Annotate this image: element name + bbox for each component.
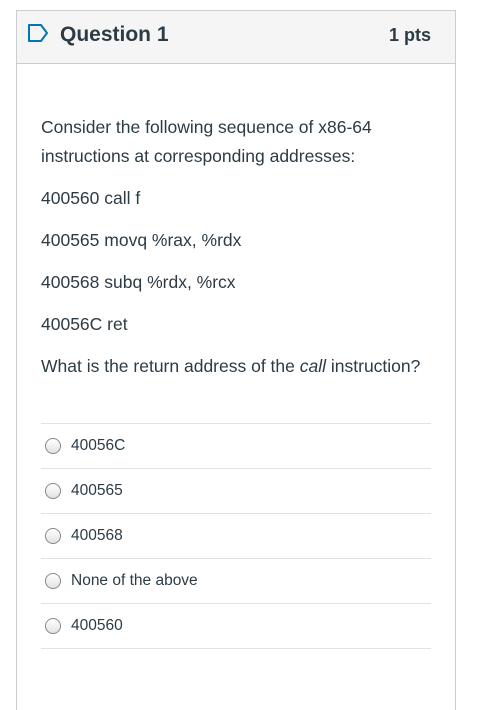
instruction-line: 40056C ret	[41, 314, 128, 334]
instruction-line: 400560 call f	[41, 188, 141, 208]
answer-label[interactable]: 400568	[71, 527, 123, 545]
question-body: Consider the following sequence of x86-6…	[17, 64, 455, 649]
answer-label[interactable]: 400560	[71, 617, 123, 635]
flag-icon[interactable]	[27, 22, 49, 44]
answer-list: 40056C 400565 400568 None of the above 4…	[41, 423, 431, 649]
prompt-text: What is the return address of the	[41, 356, 300, 376]
radio-button[interactable]	[45, 438, 61, 454]
answer-label[interactable]: 400565	[71, 482, 123, 500]
radio-button[interactable]	[45, 618, 61, 634]
radio-button[interactable]	[45, 573, 61, 589]
answer-option[interactable]: 40056C	[41, 424, 431, 469]
question-points: 1 pts	[388, 25, 431, 45]
prompt-text-end: instruction?	[326, 356, 421, 376]
radio-button[interactable]	[45, 483, 61, 499]
answer-option[interactable]: 400560	[41, 604, 431, 649]
answer-label[interactable]: None of the above	[71, 572, 198, 590]
instruction-line: 400568 subq %rdx, %rcx	[41, 272, 236, 292]
instruction-line: 400565 movq %rax, %rdx	[41, 230, 242, 250]
question-intro: Consider the following sequence of x86-6…	[41, 117, 372, 166]
answer-label[interactable]: 40056C	[71, 437, 125, 455]
question-title: Question 1	[60, 23, 169, 46]
answer-option[interactable]: None of the above	[41, 559, 431, 604]
answer-option[interactable]: 400565	[41, 469, 431, 514]
question-prompt: What is the return address of the call i…	[41, 352, 431, 381]
radio-button[interactable]	[45, 528, 61, 544]
question-card: Question 1 1 pts Consider the following …	[16, 10, 456, 710]
answer-option[interactable]: 400568	[41, 514, 431, 559]
prompt-emphasis: call	[299, 356, 327, 376]
question-header: Question 1 1 pts	[17, 11, 455, 64]
